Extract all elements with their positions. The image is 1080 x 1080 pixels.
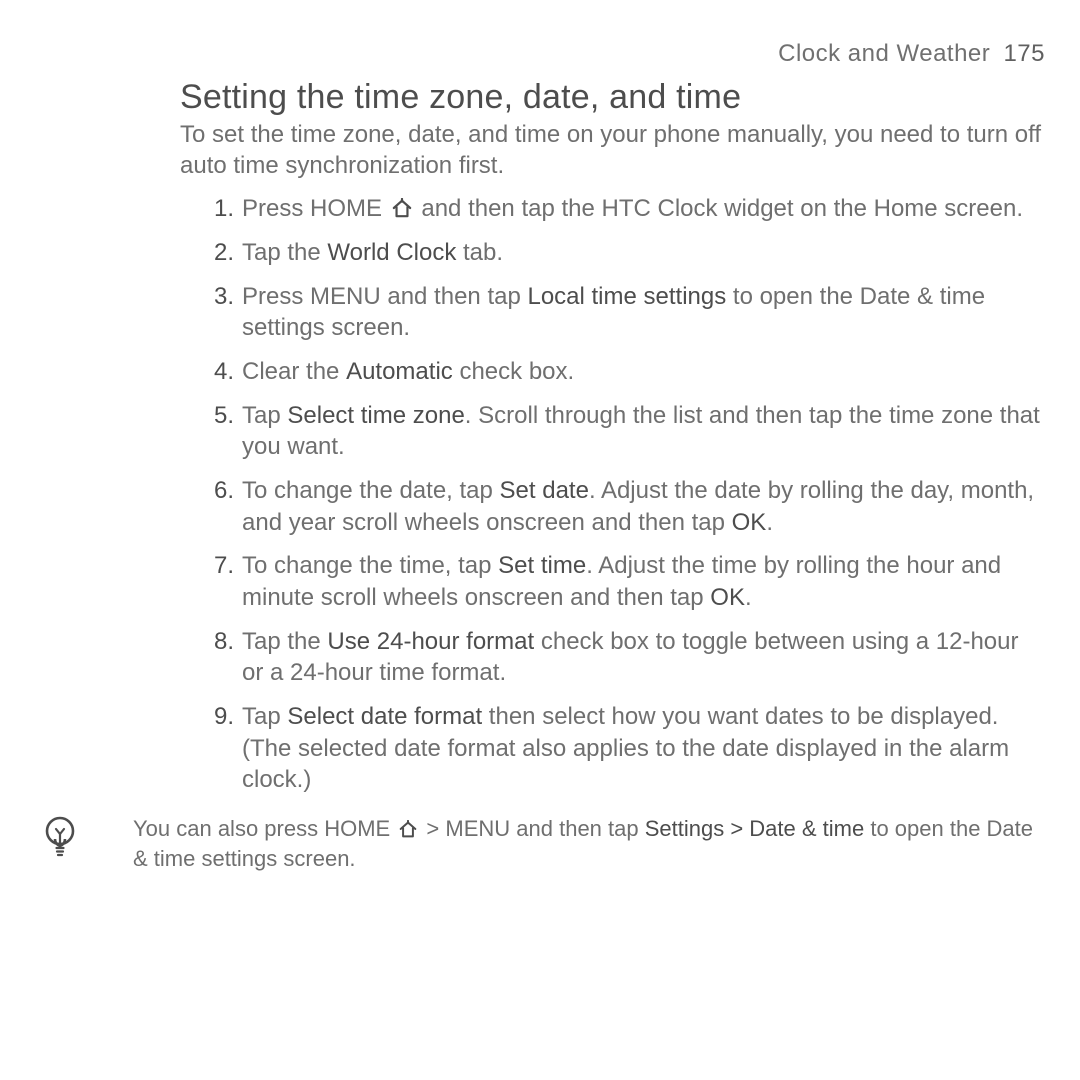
step-text: check box. [453, 358, 574, 385]
tip-text-part: > MENU and then tap [420, 816, 644, 841]
step-text: Press MENU and then tap [242, 283, 527, 310]
step-1: 1. Press HOME and then tap the HTC Clock… [210, 193, 1045, 225]
step-number: 6. [200, 475, 234, 507]
emphasis-ok: OK [710, 584, 745, 611]
tip-text-part: You can also press HOME [133, 816, 396, 841]
step-number: 5. [200, 400, 234, 432]
content-area: Setting the time zone, date, and time To… [35, 78, 1045, 796]
steps-list: 1. Press HOME and then tap the HTC Clock… [180, 193, 1045, 796]
emphasis-select-time-zone: Select time zone [287, 402, 464, 429]
page-number: 175 [1003, 40, 1045, 67]
step-5: 5. Tap Select time zone. Scroll through … [210, 400, 1045, 463]
step-number: 1. [200, 193, 234, 225]
step-9: 9. Tap Select date format then select ho… [210, 701, 1045, 796]
emphasis-set-date: Set date [500, 477, 589, 504]
tip-icon-container [35, 814, 133, 858]
emphasis-24-hour: Use 24-hour format [327, 628, 534, 655]
step-text: Tap the [242, 628, 327, 655]
emphasis-world-clock: World Clock [327, 239, 456, 266]
step-6: 6. To change the date, tap Set date. Adj… [210, 475, 1045, 538]
step-number: 2. [200, 237, 234, 269]
step-number: 9. [200, 701, 234, 733]
step-number: 3. [200, 281, 234, 313]
emphasis-local-time-settings: Local time settings [527, 283, 726, 310]
step-text: To change the time, tap [242, 552, 498, 579]
step-text: tab. [456, 239, 503, 266]
step-number: 8. [200, 626, 234, 658]
tip-callout: You can also press HOME > MENU and then … [35, 814, 1045, 873]
step-text: . [745, 584, 752, 611]
step-text: Tap [242, 402, 287, 429]
step-text: Tap [242, 703, 287, 730]
step-4: 4. Clear the Automatic check box. [210, 356, 1045, 388]
step-text: To change the date, tap [242, 477, 500, 504]
step-text: . [766, 509, 773, 536]
page-title: Setting the time zone, date, and time [180, 78, 1045, 117]
step-7: 7. To change the time, tap Set time. Adj… [210, 550, 1045, 613]
running-header: Clock and Weather 175 [35, 40, 1045, 68]
step-2: 2. Tap the World Clock tab. [210, 237, 1045, 269]
page: Clock and Weather 175 Setting the time z… [0, 0, 1080, 1080]
step-3: 3. Press MENU and then tap Local time se… [210, 281, 1045, 344]
step-text: Clear the [242, 358, 346, 385]
lightbulb-icon [41, 814, 79, 858]
emphasis-automatic: Automatic [346, 358, 453, 385]
home-icon [398, 820, 418, 838]
emphasis-select-date-format: Select date format [287, 703, 482, 730]
step-text: Press HOME [242, 195, 389, 222]
tip-text: You can also press HOME > MENU and then … [133, 814, 1045, 873]
step-number: 7. [200, 550, 234, 582]
emphasis-set-time: Set time [498, 552, 586, 579]
step-text: and then tap the HTC Clock widget on the… [415, 195, 1023, 222]
section-name: Clock and Weather [778, 40, 990, 67]
intro-paragraph: To set the time zone, date, and time on … [180, 119, 1045, 181]
home-icon [391, 198, 413, 218]
step-number: 4. [200, 356, 234, 388]
emphasis-ok: OK [732, 509, 767, 536]
emphasis-settings-date-time: Settings > Date & time [645, 816, 865, 841]
step-8: 8. Tap the Use 24-hour format check box … [210, 626, 1045, 689]
step-text: Tap the [242, 239, 327, 266]
